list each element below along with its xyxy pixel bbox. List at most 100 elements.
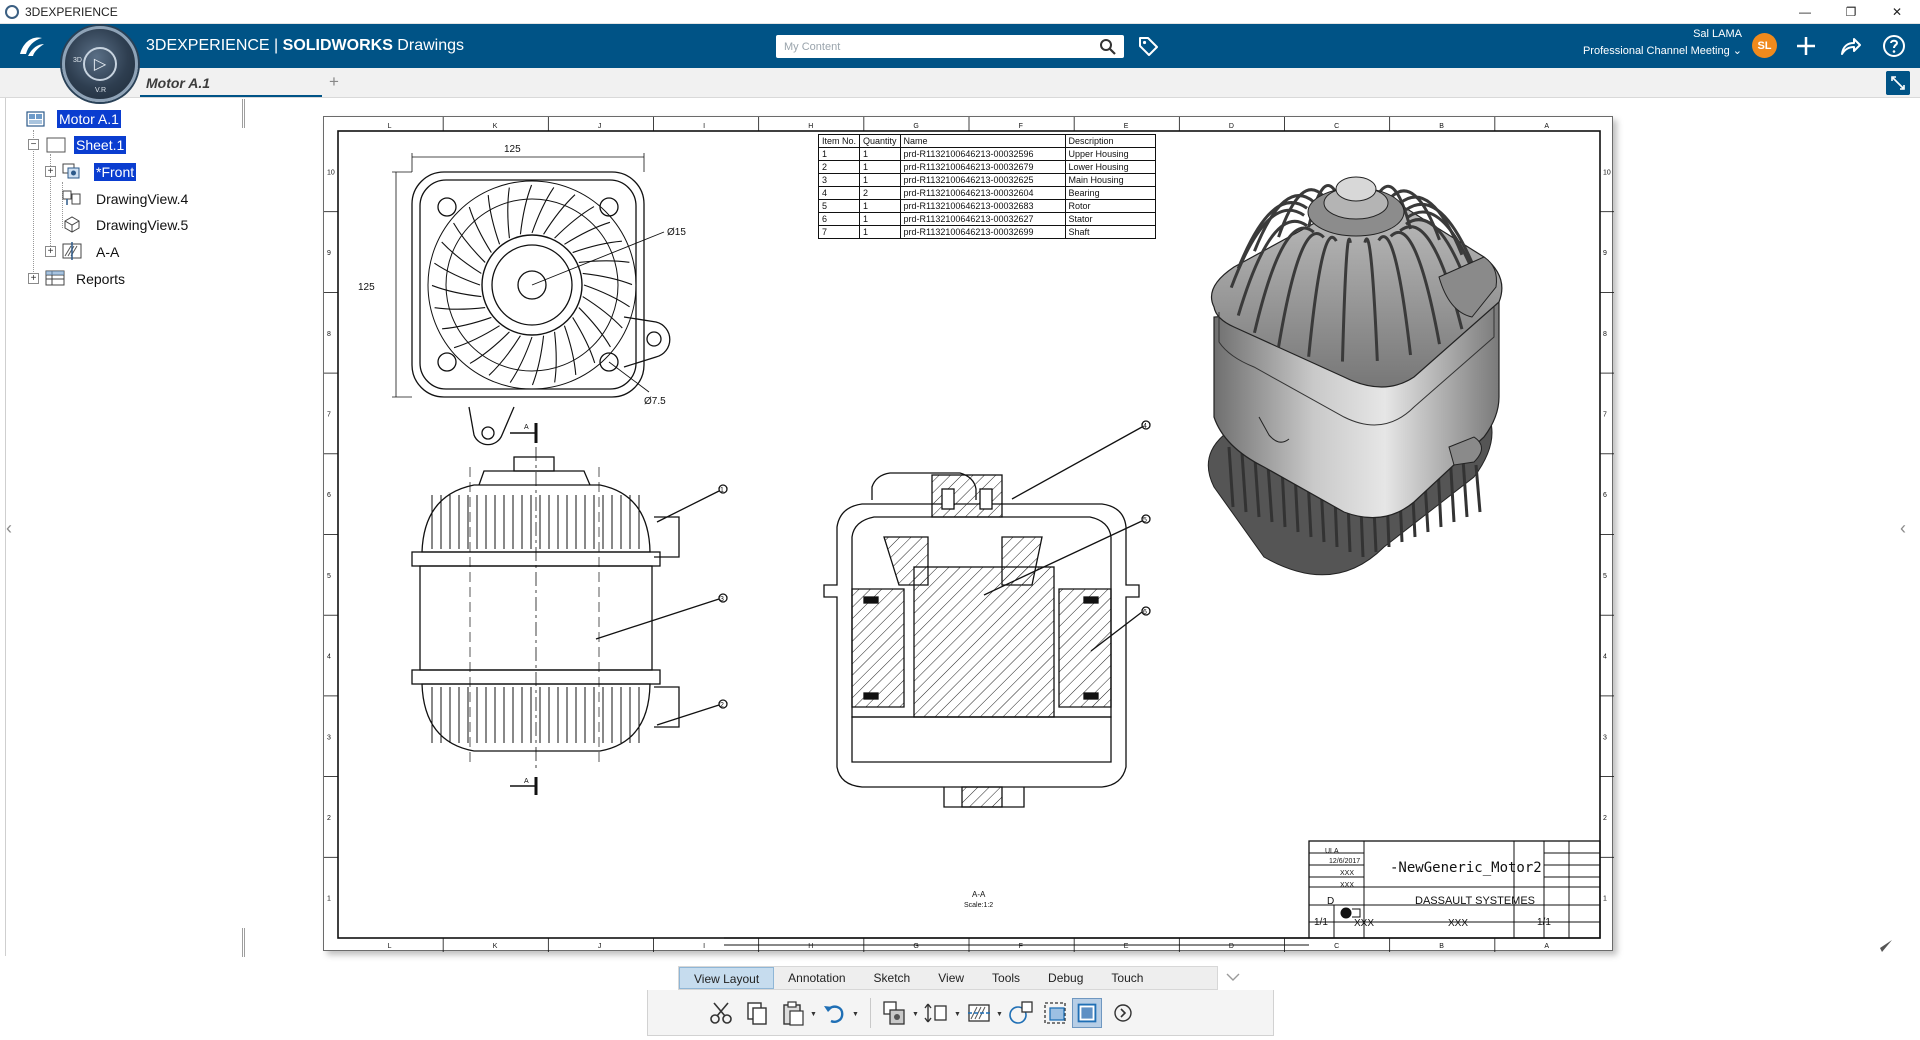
tab-motor-a1[interactable]: Motor A.1	[140, 72, 322, 97]
dim-diameter-7-5: Ø7.5	[644, 396, 666, 407]
create-view-icon[interactable]	[880, 998, 910, 1028]
bom-cell: prd-R1132100646213-00032627	[899, 212, 1066, 226]
bom-cell: Lower Housing	[1064, 160, 1156, 174]
cut-icon[interactable]	[706, 998, 736, 1028]
balloon-3: 3	[720, 596, 724, 603]
restore-button[interactable]: ❐	[1828, 0, 1874, 24]
search-input[interactable]	[776, 35, 1076, 58]
copy-icon[interactable]	[742, 998, 772, 1028]
close-button[interactable]: ✕	[1874, 0, 1920, 24]
collapse-icon[interactable]: −	[28, 139, 39, 150]
app-window: 3DEXPERIENCE — ❐ ✕ 3DEXPERIENCE | SOLIDW…	[0, 0, 1920, 1040]
border-letter: I	[703, 943, 705, 950]
favorites-chevron-icon[interactable]	[1224, 968, 1242, 986]
search-field[interactable]	[776, 35, 1124, 58]
collab-space-selector[interactable]: Professional Channel Meeting ⌄	[1583, 44, 1742, 57]
app-logo-icon	[5, 4, 19, 19]
bom-cell: Shaft	[1064, 225, 1156, 239]
bom-row: 2 1 prd-R1132100646213-00032679 Lower Housi…	[817, 160, 1156, 174]
bom-header: Quantity	[859, 134, 901, 148]
border-letter: B	[1439, 123, 1444, 130]
frame-icon[interactable]	[1072, 998, 1102, 1028]
balloon-2: 2	[720, 702, 724, 709]
user-info[interactable]: Sal LAMA Professional Channel Meeting ⌄	[1583, 28, 1742, 57]
command-tabs: View Layout Annotation Sketch View Tools Debu…	[678, 966, 1218, 990]
minimize-button[interactable]: —	[1782, 0, 1828, 24]
border-number: 8	[1603, 331, 1607, 338]
command-tab[interactable]: Touch	[1097, 967, 1157, 989]
border-number: 2	[327, 815, 331, 822]
projected-view-icon	[62, 190, 81, 205]
detail-view-icon[interactable]	[1006, 998, 1036, 1028]
search-icon[interactable]	[1099, 38, 1116, 55]
border-letter: C	[1334, 943, 1339, 950]
section-icon[interactable]	[964, 998, 994, 1028]
paste-dropdown-icon[interactable]: ▼	[810, 1011, 817, 1018]
compass-widget[interactable]: ▷ 3D V.R	[62, 26, 138, 102]
view-dropdown-icon[interactable]: ▼	[912, 1011, 919, 1018]
drawing-canvas: LLKKJJIIHHGGFFEEDDCCBBAA10 109 98 87 76 65 54 4…	[324, 117, 1614, 952]
share-icon[interactable]	[1838, 34, 1862, 58]
command-tab[interactable]: Sketch	[860, 967, 925, 989]
tree-label: Reports	[76, 271, 126, 287]
undo-dropdown-icon[interactable]: ▼	[852, 1011, 859, 1018]
play-icon[interactable]: ▷	[83, 47, 117, 81]
command-tab[interactable]: View	[924, 967, 978, 989]
tree-splitter-top[interactable]	[242, 99, 245, 128]
tb-designer: ULA	[1325, 848, 1339, 855]
tree-label: *Front	[92, 162, 138, 182]
window-title-bar: 3DEXPERIENCE — ❐ ✕	[0, 0, 1920, 24]
tree-label: A-A	[96, 244, 120, 260]
right-panel-toggle-icon[interactable]: ‹	[1900, 518, 1906, 539]
add-tab-button[interactable]: +	[329, 72, 339, 92]
bom-cell: 1	[859, 199, 901, 213]
bom-header: Name	[899, 134, 1066, 148]
bom-header-row: Item No. Quantity Name Description	[817, 134, 1156, 148]
isometric-view	[1207, 176, 1503, 576]
command-tab[interactable]: Tools	[978, 967, 1034, 989]
left-panel-toggle-icon[interactable]: ‹	[6, 518, 12, 539]
dim-diameter-15: Ø15	[667, 227, 686, 238]
bom-cell: 1	[859, 147, 901, 161]
expand-icon[interactable]: +	[45, 246, 56, 257]
tree-splitter-bottom[interactable]	[242, 928, 245, 957]
border-number: 4	[1603, 654, 1607, 661]
border-number: 10	[1603, 169, 1611, 176]
help-icon[interactable]	[1882, 34, 1906, 58]
section-marker-bottom: A	[524, 778, 529, 785]
bom-cell: Bearing	[1064, 186, 1156, 200]
toolbar-separator	[870, 998, 871, 1028]
reports-icon	[45, 270, 65, 286]
command-tab[interactable]: View Layout	[679, 967, 775, 989]
compass-label-3d: 3D	[73, 57, 82, 64]
avatar[interactable]: SL	[1752, 33, 1777, 58]
border-number: 2	[1603, 815, 1607, 822]
tag-icon[interactable]	[1136, 34, 1160, 58]
undo-icon[interactable]	[820, 998, 850, 1028]
clipping-view-icon[interactable]	[1040, 998, 1070, 1028]
expand-icon[interactable]: +	[28, 273, 39, 284]
projection-icon[interactable]	[922, 998, 952, 1028]
window-controls: — ❐ ✕	[1782, 0, 1920, 24]
section-dropdown-icon[interactable]: ▼	[996, 1011, 1003, 1018]
bom-row: 4 2 prd-R1132100646213-00032604 Bearing	[817, 186, 1156, 200]
command-tab[interactable]: Debug	[1034, 967, 1097, 989]
more-commands-icon[interactable]	[1108, 998, 1138, 1028]
tb-sheet: 1/1	[1537, 917, 1551, 928]
paste-icon[interactable]	[778, 998, 808, 1028]
fullscreen-icon[interactable]	[1886, 71, 1910, 95]
add-icon[interactable]	[1794, 34, 1818, 58]
expand-icon[interactable]: +	[45, 166, 56, 177]
drawing-sheet[interactable]: L L K K J J I I H H G G F F E E D D C C B B A A 10 10 9 9 8 8 7 7 6 6 5 5 4 4…	[323, 116, 1614, 952]
bom-table[interactable]: Item No. Quantity Name Description 1 1 prd…	[817, 134, 1156, 239]
bom-row: 3 1 prd-R1132100646213-00032625 Main Housin…	[817, 173, 1156, 187]
tree-label: DrawingView.5	[96, 217, 189, 233]
projection-dropdown-icon[interactable]: ▼	[954, 1011, 961, 1018]
ds-logo-icon[interactable]	[14, 32, 48, 60]
section-caption: A-A	[972, 890, 986, 899]
bom-cell: 2	[859, 186, 901, 200]
dim-width: 125	[504, 144, 521, 155]
command-tab[interactable]: Annotation	[774, 967, 859, 989]
bom-cell: 3	[817, 173, 861, 187]
section-marker-top: A	[524, 424, 529, 431]
